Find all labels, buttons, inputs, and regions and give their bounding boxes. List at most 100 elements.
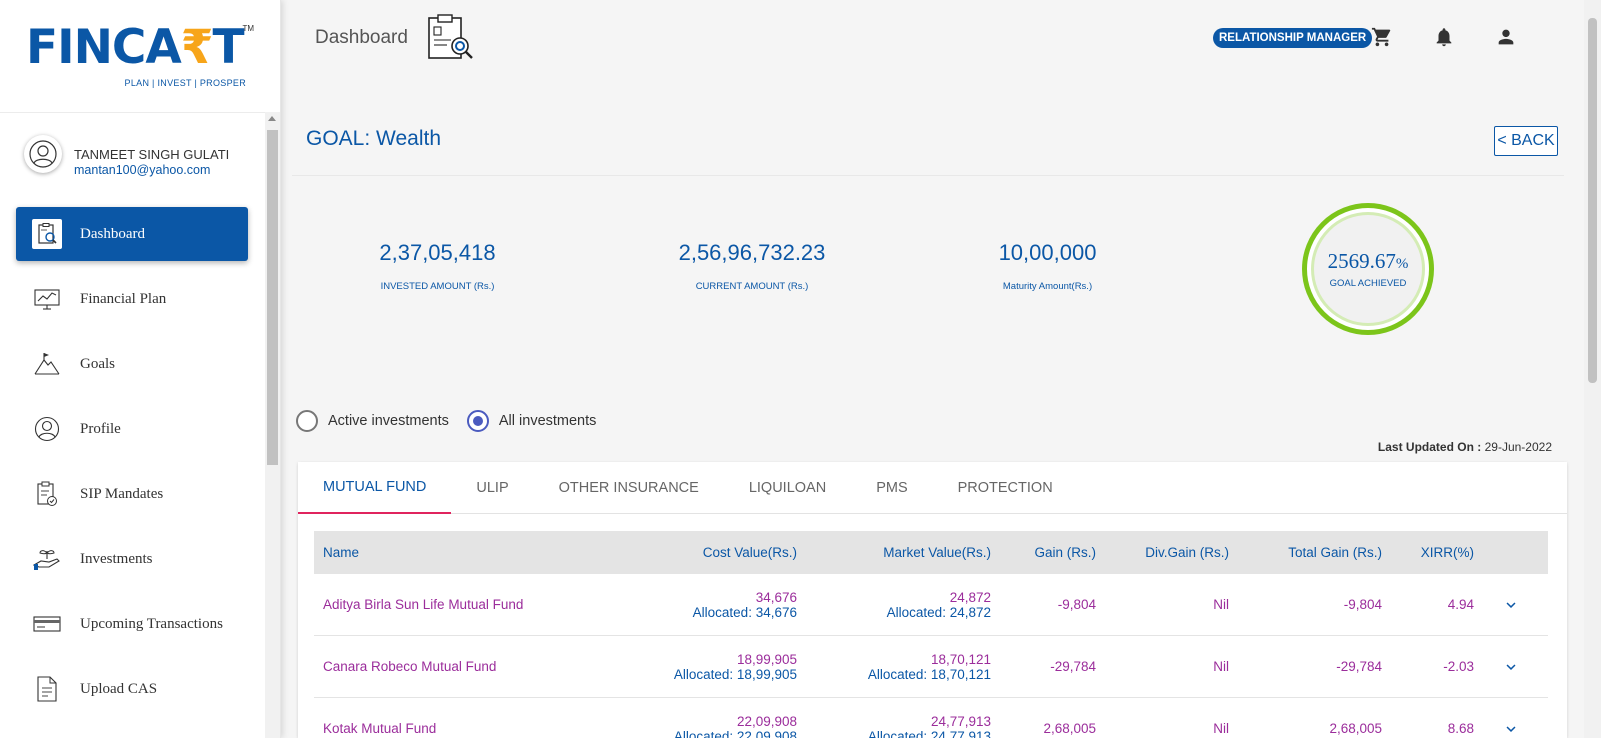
goal-achieved-gauge: 2569.67% GOAL ACHIEVED [1302, 203, 1434, 335]
sidebar-item-sip-mandates[interactable]: SIP Mandates [16, 467, 248, 521]
sidebar-item-label: SIP Mandates [80, 485, 164, 502]
mountain-flag-icon [32, 349, 62, 379]
col-xirr[interactable]: XIRR(%) [1382, 545, 1474, 560]
sidebar-item-label: Dashboard [80, 225, 145, 242]
market-value-cell: 24,872 Allocated: 24,872 [886, 589, 991, 620]
gain-cell: 2,68,005 [1043, 721, 1096, 736]
gain-cell: -9,804 [1057, 597, 1096, 612]
investments-card: MUTUAL FUND ULIP OTHER INSURANCE LIQUILO… [298, 462, 1567, 738]
active-investments-radio[interactable]: Active investments [296, 410, 449, 432]
maturity-amount-value: 10,00,000 [998, 240, 1097, 265]
sidebar-item-dashboard[interactable]: Dashboard [16, 207, 248, 261]
col-total-gain[interactable]: Total Gain (Rs.) [1229, 545, 1382, 560]
app: FINCA₹T TM PLAN | INVEST | PROSPER TANME… [0, 0, 1601, 738]
xirr-cell: 8.68 [1447, 721, 1474, 736]
fund-name[interactable]: Canara Robeco Mutual Fund [314, 659, 608, 674]
user-email: mantan100@yahoo.com [74, 163, 211, 177]
all-investments-radio[interactable]: All investments [466, 410, 596, 432]
radio-circle[interactable] [296, 410, 318, 432]
cart-icon[interactable] [1371, 26, 1393, 48]
row-expand[interactable] [1474, 596, 1548, 614]
sidebar-item-label: Upload CAS [80, 680, 158, 697]
sidebar-item-goals[interactable]: Goals [16, 337, 248, 391]
bell-icon[interactable] [1433, 26, 1455, 48]
main-scrollbar[interactable] [1584, 0, 1601, 738]
cost-value-cell: 18,99,905 Allocated: 18,99,905 [673, 651, 797, 682]
sidebar-item-label: Profile [80, 420, 121, 437]
gain-cell: -29,784 [1050, 659, 1096, 674]
chevron-down-icon[interactable] [1502, 720, 1520, 738]
invested-amount-label: INVESTED AMOUNT (Rs.) [380, 281, 495, 292]
chevron-down-icon[interactable] [1502, 596, 1520, 614]
maturity-amount-stat: 10,00,000 Maturity Amount(Rs.) [995, 240, 1100, 292]
xirr-cell: -2.03 [1443, 659, 1474, 674]
mutual-fund-table: Name Cost Value(Rs.) Market Value(Rs.) G… [314, 531, 1548, 738]
logo-wordmark: FINCA₹T [26, 20, 245, 75]
cost-value-cell: 22,09,908 Allocated: 22,09,908 [673, 713, 797, 738]
sidebar-item-label: Financial Plan [80, 290, 167, 307]
total-gain-cell: -29,784 [1336, 659, 1382, 674]
fincart-logo[interactable]: FINCA₹T TM PLAN | INVEST | PROSPER [26, 24, 256, 94]
total-gain-cell: 2,68,005 [1329, 721, 1382, 736]
logo-tagline: PLAN | INVEST | PROSPER [124, 78, 246, 88]
row-expand[interactable] [1474, 658, 1548, 676]
sidebar-scrollbar[interactable] [265, 112, 280, 738]
col-name[interactable]: Name [314, 545, 608, 560]
sidebar-scroll-thumb[interactable] [267, 130, 278, 465]
back-button[interactable]: < BACK [1494, 126, 1558, 156]
sidebar-item-investments[interactable]: Investments [16, 532, 248, 586]
tab-pms[interactable]: PMS [851, 462, 932, 514]
sidebar-nav: Dashboard Financial Plan Goals Profile S… [16, 207, 248, 727]
col-market-value[interactable]: Market Value(Rs.) [797, 545, 991, 560]
table-row[interactable]: Canara Robeco Mutual Fund 18,99,905 Alloc… [314, 636, 1548, 698]
sidebar-item-label: Goals [80, 355, 115, 372]
tab-other-insurance[interactable]: OTHER INSURANCE [534, 462, 724, 514]
goal-title: GOAL: Wealth [306, 127, 442, 150]
clipboard-check-icon [32, 479, 62, 509]
xirr-cell: 4.94 [1447, 597, 1474, 612]
sidebar-item-financial-plan[interactable]: Financial Plan [16, 272, 248, 326]
radio-label: Active investments [328, 413, 449, 429]
account-icon[interactable] [1495, 26, 1517, 48]
market-value-cell: 24,77,913 Allocated: 24,77,913 [867, 713, 991, 738]
card-icon [32, 609, 62, 639]
content-divider [292, 175, 1564, 176]
user-avatar-icon[interactable] [24, 135, 62, 173]
div-gain-cell: Nil [1213, 659, 1229, 674]
col-cost-value[interactable]: Cost Value(Rs.) [608, 545, 797, 560]
dashboard-icon [32, 219, 62, 249]
invested-amount-stat: 2,37,05,418 INVESTED AMOUNT (Rs.) [370, 240, 505, 292]
tab-protection[interactable]: PROTECTION [933, 462, 1078, 514]
page-title: Dashboard [315, 27, 408, 48]
current-amount-stat: 2,56,96,732.23 CURRENT AMOUNT (Rs.) [676, 240, 828, 292]
sidebar-item-profile[interactable]: Profile [16, 402, 248, 456]
goal-achieved-label: GOAL ACHIEVED [1329, 278, 1407, 289]
table-row[interactable]: Kotak Mutual Fund 22,09,908 Allocated: 22… [314, 698, 1548, 738]
gauge-inner: 2569.67% GOAL ACHIEVED [1311, 212, 1425, 326]
scroll-up-arrow-icon[interactable] [268, 116, 276, 121]
current-amount-label: CURRENT AMOUNT (Rs.) [695, 281, 809, 292]
tab-ulip[interactable]: ULIP [451, 462, 533, 514]
sidebar: FINCA₹T TM PLAN | INVEST | PROSPER TANME… [0, 0, 281, 738]
fund-name[interactable]: Aditya Birla Sun Life Mutual Fund [314, 597, 608, 612]
tab-liquiloan[interactable]: LIQUILOAN [724, 462, 851, 514]
investment-filter: Active investments All investments [296, 410, 614, 432]
row-expand[interactable] [1474, 720, 1548, 738]
sidebar-item-label: Investments [80, 550, 153, 567]
chevron-down-icon[interactable] [1502, 658, 1520, 676]
col-div-gain[interactable]: Div.Gain (Rs.) [1096, 545, 1229, 560]
sidebar-item-upload-cas[interactable]: Upload CAS [16, 662, 248, 716]
investment-tabs: MUTUAL FUND ULIP OTHER INSURANCE LIQUILO… [298, 462, 1567, 514]
relationship-manager-badge[interactable]: RELATIONSHIP MANAGER [1213, 28, 1373, 48]
profile-icon [32, 414, 62, 444]
sidebar-item-label: Upcoming Transactions [80, 615, 223, 632]
table-row[interactable]: Aditya Birla Sun Life Mutual Fund 34,676… [314, 574, 1548, 636]
fund-name[interactable]: Kotak Mutual Fund [314, 721, 608, 736]
current-amount-value: 2,56,96,732.23 [678, 240, 826, 265]
tab-mutual-fund[interactable]: MUTUAL FUND [298, 462, 452, 514]
sidebar-item-upcoming-transactions[interactable]: Upcoming Transactions [16, 597, 248, 651]
col-gain[interactable]: Gain (Rs.) [991, 545, 1096, 560]
last-updated: Last Updated On : 29-Jun-2022 [1377, 440, 1552, 454]
radio-circle[interactable] [466, 410, 489, 432]
main-scroll-thumb[interactable] [1588, 18, 1597, 383]
